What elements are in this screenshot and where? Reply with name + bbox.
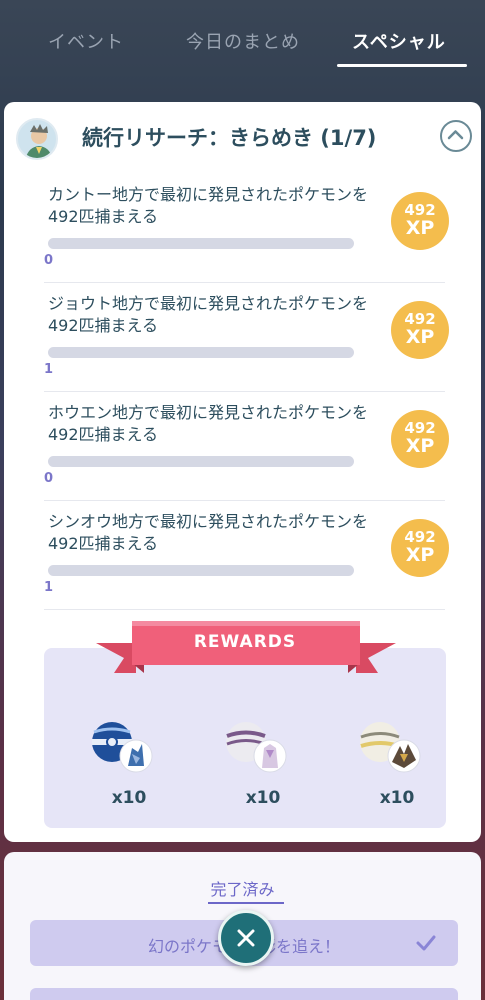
research-task-3: ホウエン地方で最初に発見されたポケモンを492匹捕まえる 0 492 XP (44, 392, 449, 501)
task-description: ホウエン地方で最初に発見されたポケモンを492匹捕まえる (48, 403, 369, 444)
xp-reward-badge: 492 XP (391, 519, 449, 577)
top-tabs: イベント 今日のまとめ スペシャル (0, 0, 485, 80)
xp-amount: 492 (404, 201, 436, 219)
check-icon (416, 935, 436, 951)
research-task-4: シンオウ地方で最初に発見されたポケモンを492匹捕まえる 1 492 XP (44, 501, 449, 610)
research-task-2: ジョウト地方で最初に発見されたポケモンを492匹捕まえる 1 492 XP (44, 283, 449, 392)
xp-unit: XP (405, 435, 435, 457)
close-icon[interactable] (218, 910, 274, 966)
reward-item-2[interactable]: x10 (218, 714, 308, 808)
xp-unit: XP (405, 326, 435, 348)
xp-unit: XP (405, 544, 435, 566)
xp-unit: XP (405, 217, 435, 239)
reward-item-1[interactable]: x10 (84, 714, 174, 808)
task-description: シンオウ地方で最初に発見されたポケモンを492匹捕まえる (48, 512, 369, 553)
task-progress-bar (48, 456, 354, 467)
xp-reward-badge: 492 XP (391, 410, 449, 468)
collapse-chevron-up-icon[interactable] (440, 120, 472, 152)
xp-amount: 492 (404, 528, 436, 546)
xp-reward-badge: 492 XP (391, 192, 449, 250)
rewards-label: REWARDS (193, 632, 297, 652)
tab-today-summary[interactable]: 今日のまとめ (186, 28, 300, 54)
reward-quantity: x10 (245, 788, 281, 808)
palkia-encounter-icon (226, 722, 287, 773)
reward-item-3[interactable]: x10 (352, 714, 442, 808)
tab-special[interactable]: スペシャル (352, 28, 446, 54)
xp-reward-badge: 492 XP (391, 301, 449, 359)
task-progress-bar (48, 238, 354, 249)
research-card: 続行リサーチ：きらめき (1/7) カントー地方で最初に発見されたポケモンを49… (4, 102, 481, 842)
reward-quantity: x10 (379, 788, 415, 808)
research-title: 続行リサーチ：きらめき (1/7) (82, 126, 377, 150)
xp-amount: 492 (404, 419, 436, 437)
task-progress-count: 1 (44, 580, 54, 595)
completed-tab-indicator (208, 902, 284, 904)
research-task-1: カントー地方で最初に発見されたポケモンを492匹捕まえる 0 492 XP (44, 174, 449, 283)
task-description: カントー地方で最初に発見されたポケモンを492匹捕まえる (48, 185, 369, 226)
task-progress-count: 0 (44, 253, 54, 268)
task-progress-bar (48, 565, 354, 576)
task-description: ジョウト地方で最初に発見されたポケモンを492匹捕まえる (48, 294, 369, 335)
task-progress-count: 1 (44, 362, 54, 377)
reward-quantity: x10 (111, 788, 147, 808)
tab-event[interactable]: イベント (48, 28, 124, 54)
giratina-encounter-icon (360, 722, 421, 773)
task-progress-bar (48, 347, 354, 358)
dialga-encounter-icon (92, 722, 153, 773)
tab-completed[interactable]: 完了済み (4, 876, 481, 900)
professor-avatar-icon (16, 118, 58, 160)
completed-quest-row[interactable] (30, 988, 458, 1000)
xp-amount: 492 (404, 310, 436, 328)
task-progress-count: 0 (44, 471, 54, 486)
active-tab-indicator (337, 64, 467, 67)
